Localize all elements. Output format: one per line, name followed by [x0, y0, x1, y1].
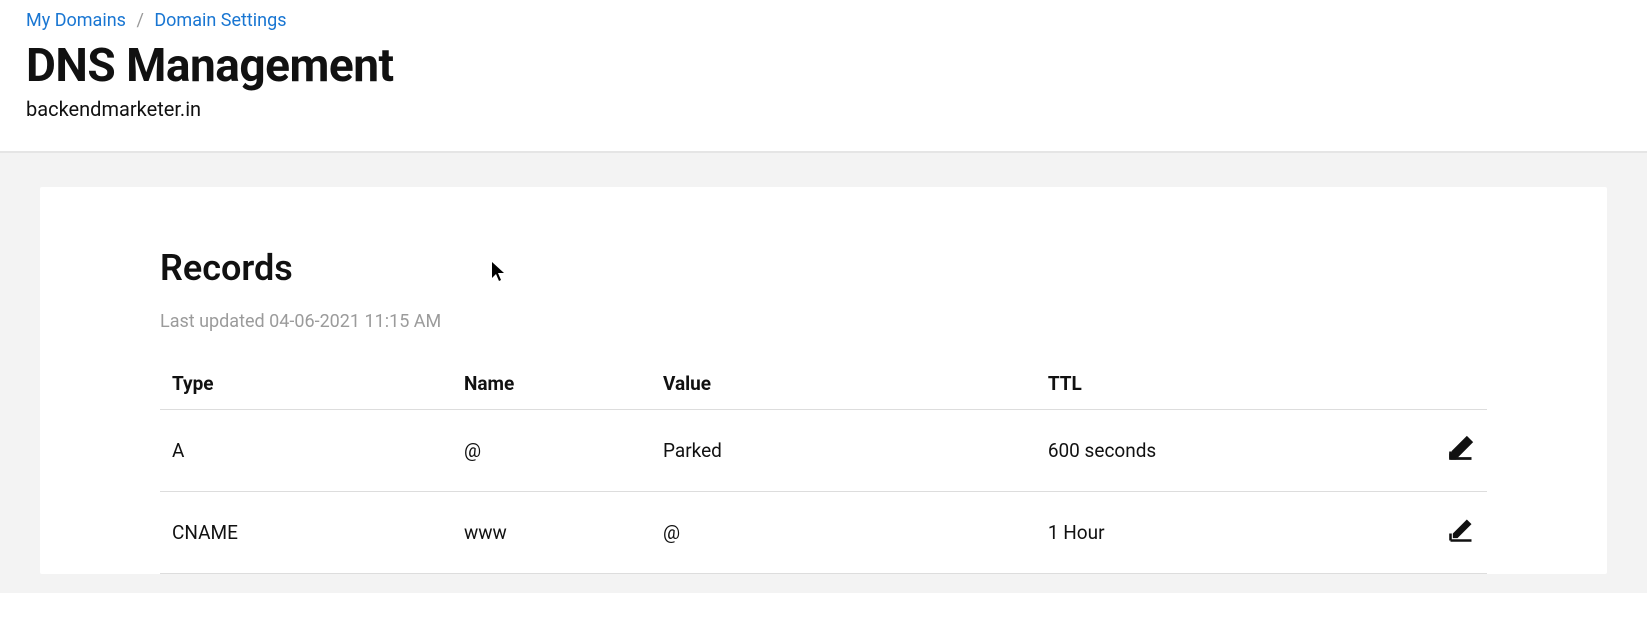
cell-value: @	[651, 492, 1036, 574]
content-area: Records Last updated 04-06-2021 11:15 AM…	[0, 153, 1647, 593]
last-updated-text: Last updated 04-06-2021 11:15 AM	[160, 311, 1487, 332]
breadcrumb-my-domains[interactable]: My Domains	[26, 10, 126, 31]
column-header-name: Name	[452, 358, 651, 410]
edit-icon	[1447, 516, 1475, 544]
cell-name: @	[452, 410, 651, 492]
breadcrumb-separator: /	[136, 10, 143, 31]
column-header-ttl: TTL	[1036, 358, 1354, 410]
edit-icon	[1447, 434, 1475, 462]
cell-value: Parked	[651, 410, 1036, 492]
records-card: Records Last updated 04-06-2021 11:15 AM…	[40, 187, 1607, 574]
column-header-edit	[1354, 358, 1487, 410]
edit-record-button[interactable]	[1366, 516, 1475, 544]
page-title: DNS Management	[26, 39, 1621, 93]
cell-type: CNAME	[160, 492, 452, 574]
column-header-value: Value	[651, 358, 1036, 410]
table-row: CNAME www @ 1 Hour	[160, 492, 1487, 574]
cell-ttl: 1 Hour	[1036, 492, 1354, 574]
cell-ttl: 600 seconds	[1036, 410, 1354, 492]
breadcrumb-domain-settings[interactable]: Domain Settings	[154, 10, 286, 31]
table-header-row: Type Name Value TTL	[160, 358, 1487, 410]
edit-record-button[interactable]	[1366, 434, 1475, 462]
cell-name: www	[452, 492, 651, 574]
cell-type: A	[160, 410, 452, 492]
column-header-type: Type	[160, 358, 452, 410]
breadcrumb: My Domains / Domain Settings	[26, 10, 1621, 31]
page-header: My Domains / Domain Settings DNS Managem…	[0, 0, 1647, 153]
records-title: Records	[160, 247, 1487, 289]
domain-name: backendmarketer.in	[26, 97, 1621, 121]
records-table: Type Name Value TTL A @ Parked 600 secon…	[160, 358, 1487, 574]
table-row: A @ Parked 600 seconds	[160, 410, 1487, 492]
